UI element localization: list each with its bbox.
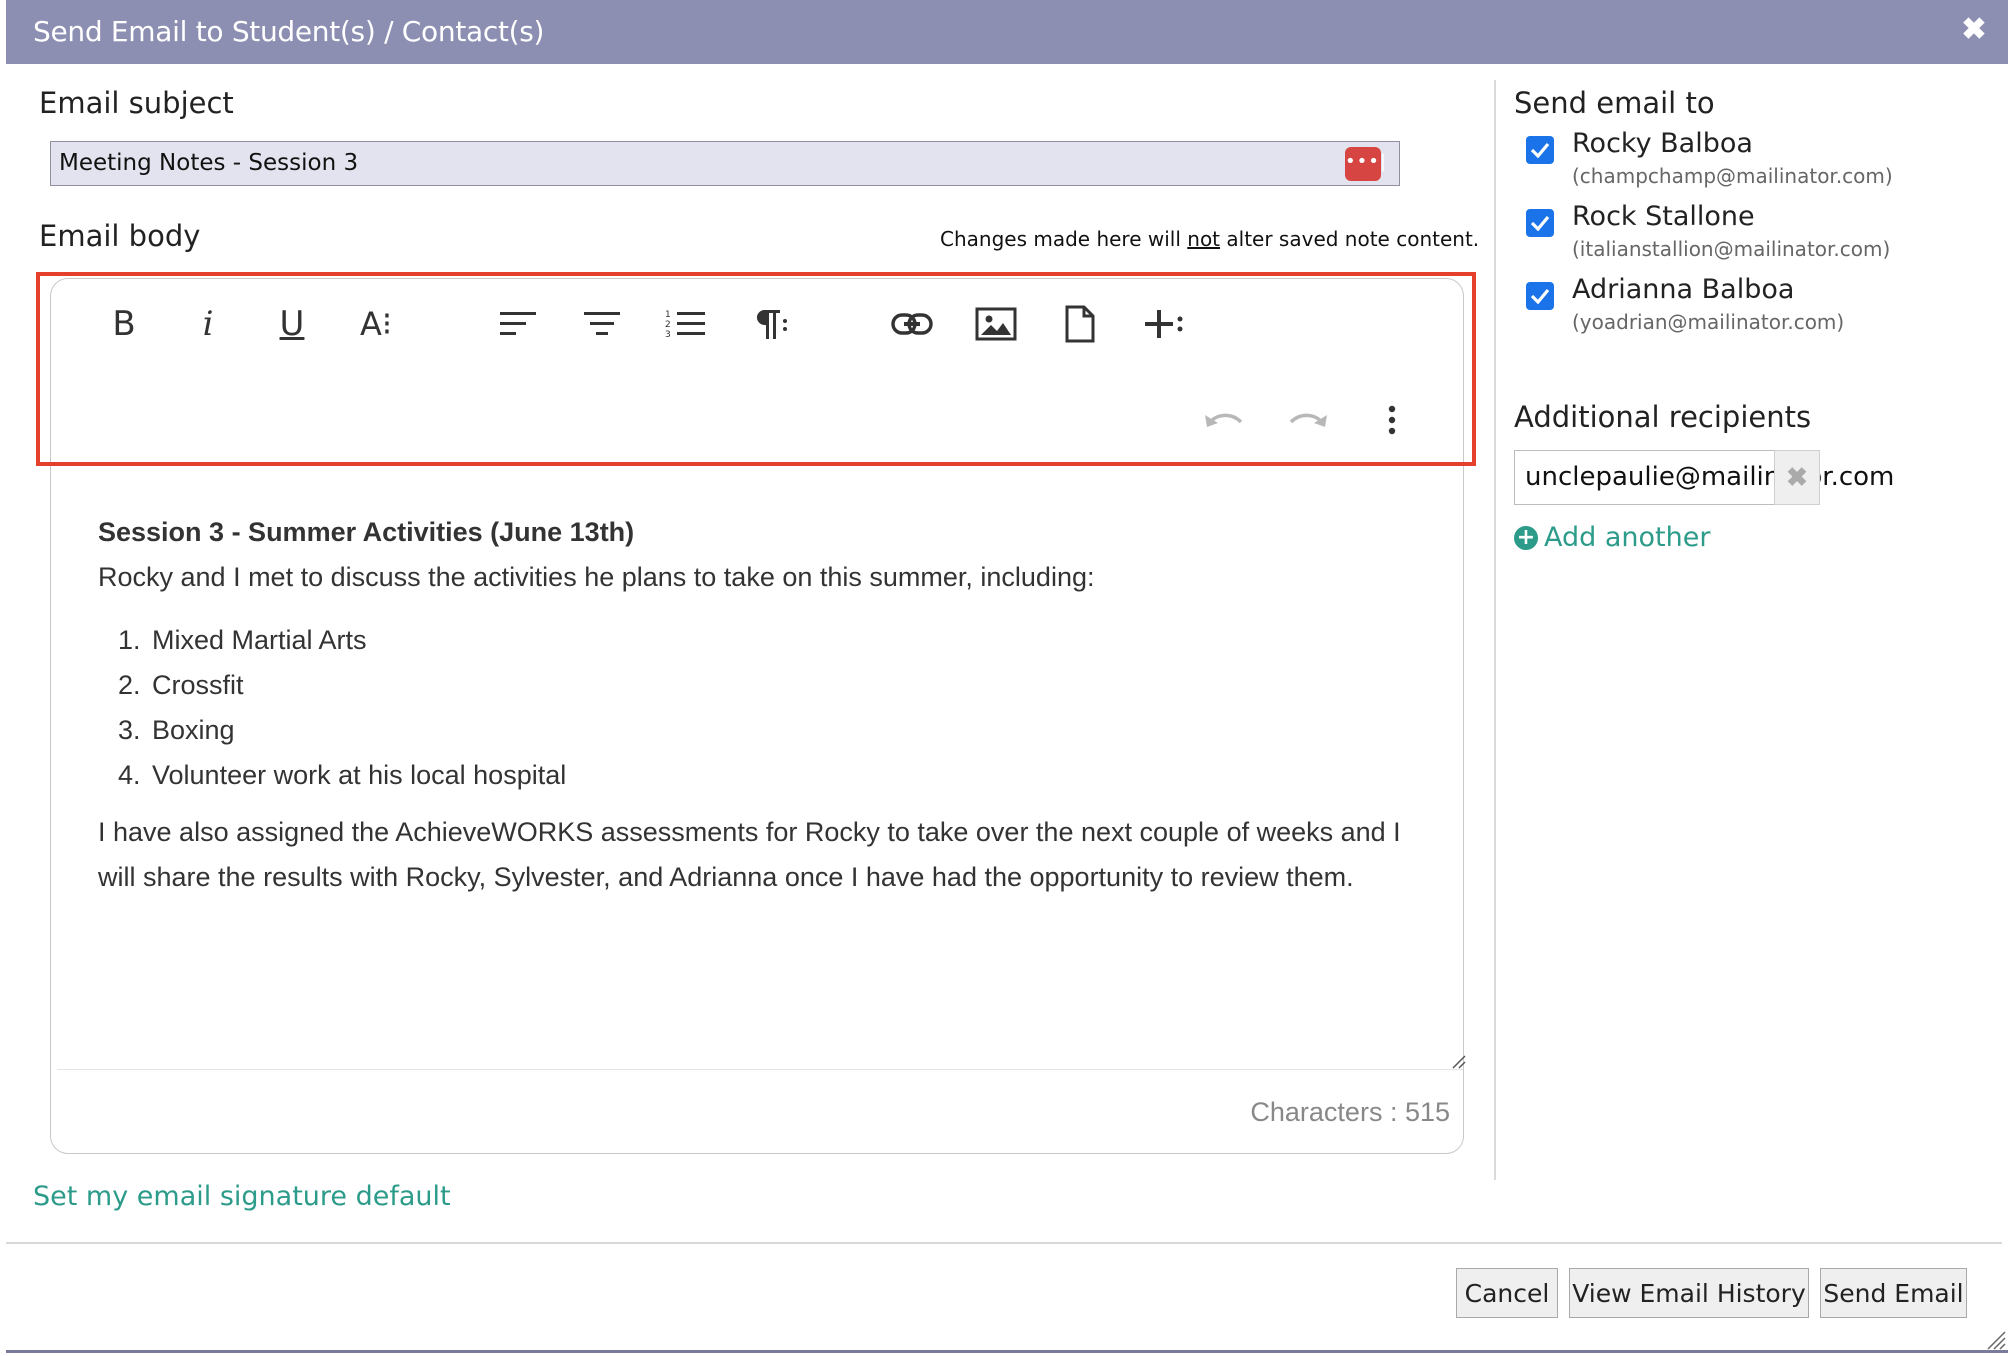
additional-recipients-label: Additional recipients: [1514, 400, 1812, 434]
more-options-icon[interactable]: [1362, 390, 1422, 450]
send-email-to-label: Send email to: [1514, 86, 1715, 120]
set-signature-default-link[interactable]: Set my email signature default: [33, 1181, 451, 1212]
content-intro: Rocky and I met to discuss the activitie…: [98, 562, 1095, 592]
recipient-checkbox[interactable]: [1526, 136, 1554, 164]
character-count: Characters : 515: [1250, 1097, 1450, 1127]
font-size-button[interactable]: A⁝: [346, 294, 406, 354]
close-icon[interactable]: ✖: [1958, 14, 1990, 46]
redo-icon[interactable]: [1278, 390, 1338, 450]
email-subject-label: Email subject: [39, 86, 234, 120]
changes-note: Changes made here will not alter saved n…: [940, 227, 1480, 251]
ordered-list-icon[interactable]: 123: [656, 294, 716, 354]
activities-list: Mixed Martial Arts Crossfit Boxing Volun…: [98, 618, 1428, 798]
dialog-resize-handle[interactable]: [1984, 1328, 2006, 1350]
list-item: Boxing: [148, 708, 1428, 753]
footer-divider: [6, 1242, 2002, 1244]
editor-resize-handle[interactable]: [1450, 1053, 1466, 1069]
insert-file-icon[interactable]: [1050, 294, 1110, 354]
email-body-label: Email body: [39, 219, 201, 253]
recipient-email: (italianstallion@mailinator.com): [1572, 237, 1891, 261]
recipient-checkbox[interactable]: [1526, 282, 1554, 310]
bold-button[interactable]: B: [94, 294, 154, 354]
underline-button[interactable]: U: [262, 294, 322, 354]
recipient-name: Rock Stallone: [1572, 201, 1755, 232]
dialog-title: Send Email to Student(s) / Contact(s): [33, 15, 545, 48]
add-another-label: Add another: [1544, 522, 1711, 553]
svg-text:1: 1: [665, 310, 671, 320]
email-subject-input[interactable]: Meeting Notes - Session 3 •••|: [50, 141, 1400, 186]
note-emphasis: not: [1187, 227, 1221, 251]
list-item: Volunteer work at his local hospital: [148, 753, 1428, 798]
align-left-icon[interactable]: [488, 294, 548, 354]
recipient-email: (champchamp@mailinator.com): [1572, 164, 1893, 188]
insert-link-icon[interactable]: [882, 294, 942, 354]
add-another-link[interactable]: + Add another: [1514, 522, 1710, 553]
recipient-checkbox[interactable]: [1526, 209, 1554, 237]
list-item: Mixed Martial Arts: [148, 618, 1428, 663]
password-manager-icon[interactable]: •••|: [1345, 147, 1386, 181]
insert-image-icon[interactable]: [966, 294, 1026, 354]
email-subject-value[interactable]: Meeting Notes - Session 3: [59, 150, 358, 176]
recipient-name: Rocky Balboa: [1572, 128, 1753, 159]
cancel-button[interactable]: Cancel: [1456, 1268, 1558, 1318]
column-divider: [1494, 80, 1496, 1180]
send-email-button[interactable]: Send Email: [1820, 1268, 1967, 1318]
italic-button[interactable]: i: [178, 294, 238, 354]
additional-recipient-input[interactable]: unclepaulie@mailinator.com: [1514, 450, 1894, 505]
align-center-icon[interactable]: [572, 294, 632, 354]
svg-text:2: 2: [665, 320, 671, 330]
more-insert-icon[interactable]: [1134, 294, 1194, 354]
recipient-email: (yoadrian@mailinator.com): [1572, 310, 1845, 334]
undo-icon[interactable]: [1194, 390, 1254, 450]
content-closing: I have also assigned the AchieveWORKS as…: [98, 817, 1401, 892]
svg-text:3: 3: [665, 330, 671, 340]
list-item: Crossfit: [148, 663, 1428, 708]
editor-footer-divider: [57, 1069, 1463, 1070]
paragraph-format-icon[interactable]: [740, 294, 800, 354]
view-email-history-button[interactable]: View Email History: [1569, 1268, 1809, 1318]
clear-recipient-icon[interactable]: ✖: [1774, 450, 1820, 505]
dialog-titlebar: Send Email to Student(s) / Contact(s) ✖: [6, 0, 2008, 64]
add-circle-icon: +: [1514, 525, 1538, 550]
content-heading: Session 3 - Summer Activities (June 13th…: [98, 517, 635, 547]
email-body-content[interactable]: Session 3 - Summer Activities (June 13th…: [98, 510, 1428, 900]
recipient-name: Adrianna Balboa: [1572, 274, 1795, 305]
